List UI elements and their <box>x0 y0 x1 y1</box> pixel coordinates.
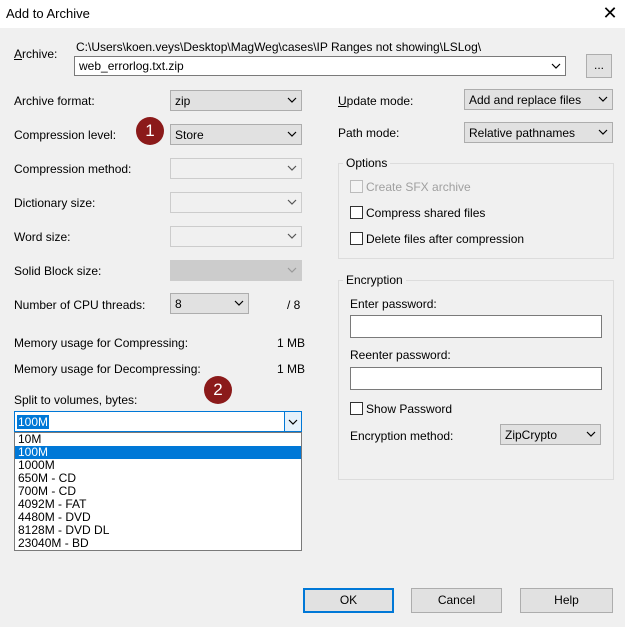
split-option[interactable]: 10M <box>15 433 301 446</box>
path-mode-label: Path mode: <box>338 126 400 140</box>
chevron-down-icon <box>598 96 608 102</box>
title-bar <box>0 0 625 28</box>
word-size-select[interactable] <box>170 226 302 247</box>
dictionary-size-select[interactable] <box>170 192 302 213</box>
memory-compress-label: Memory usage for Compressing: <box>14 336 189 350</box>
compress-shared-label: Compress shared files <box>366 206 486 220</box>
chevron-down-icon <box>287 97 297 103</box>
chevron-down-icon <box>287 233 297 239</box>
enter-password-label: Enter password: <box>350 297 437 311</box>
ok-button[interactable]: OK <box>303 588 394 613</box>
update-mode-label: Update mode: <box>338 94 414 108</box>
solid-block-size-label: Solid Block size: <box>14 264 102 278</box>
split-option[interactable]: 23040M - BD <box>15 537 301 550</box>
archive-filename: web_errorlog.txt.zip <box>79 59 184 73</box>
cpu-threads-select[interactable]: 8 <box>170 293 249 314</box>
annotation-badge-2: 2 <box>204 376 232 404</box>
chevron-down-icon <box>598 129 608 135</box>
chevron-down-icon <box>287 267 297 273</box>
archive-label: Archive: <box>14 47 58 61</box>
browse-button[interactable]: ... <box>586 54 612 78</box>
chevron-down-icon <box>551 63 561 69</box>
update-mode-label-rest: pdate mode: <box>346 94 414 108</box>
archive-path: C:\Users\koen.veys\Desktop\MagWeg\cases\… <box>76 40 482 54</box>
archive-format-label: Archive format: <box>14 94 95 108</box>
memory-decompress-value: 1 MB <box>277 362 306 376</box>
create-sfx-label: Create SFX archive <box>366 180 471 194</box>
delete-after-label: Delete files after compression <box>366 232 525 246</box>
dictionary-size-label: Dictionary size: <box>14 196 96 210</box>
compression-level-select[interactable]: Store <box>170 124 302 145</box>
solid-block-size-select[interactable] <box>170 260 302 281</box>
options-group-title: Options <box>343 156 391 170</box>
archive-filename-combo[interactable]: web_errorlog.txt.zip <box>74 56 566 76</box>
cpu-threads-label: Number of CPU threads: <box>14 298 146 312</box>
encryption-method-select[interactable]: ZipCrypto <box>500 424 601 445</box>
archive-format-value: zip <box>175 94 191 108</box>
enter-password-input[interactable] <box>350 315 602 338</box>
split-dropdown-button[interactable] <box>284 412 301 431</box>
update-mode-value: Add and replace files <box>469 93 582 107</box>
compression-level-value: Store <box>175 128 204 142</box>
cpu-threads-max: / 8 <box>287 298 301 312</box>
memory-decompress-label: Memory usage for Decompressing: <box>14 362 201 376</box>
chevron-down-icon <box>288 419 298 425</box>
encryption-group-title: Encryption <box>343 273 406 287</box>
encryption-method-value: ZipCrypto <box>505 428 558 442</box>
cpu-threads-value: 8 <box>175 297 182 311</box>
split-option[interactable]: 100M <box>15 446 301 459</box>
path-mode-select[interactable]: Relative pathnames <box>464 122 613 143</box>
chevron-down-icon <box>234 300 244 306</box>
show-password-checkbox[interactable] <box>350 402 363 415</box>
archive-label-rest: rchive: <box>22 47 58 61</box>
delete-after-checkbox[interactable] <box>350 232 363 245</box>
compression-method-label: Compression method: <box>14 162 132 176</box>
reenter-password-label: Reenter password: <box>350 348 451 362</box>
update-mode-select[interactable]: Add and replace files <box>464 89 613 110</box>
chevron-down-icon <box>586 431 596 437</box>
word-size-label: Word size: <box>14 230 71 244</box>
split-volumes-value[interactable]: 100M <box>17 415 50 429</box>
memory-compress-value: 1 MB <box>277 336 306 350</box>
split-label: Split to volumes, bytes: <box>14 393 138 407</box>
chevron-down-icon <box>287 131 297 137</box>
chevron-down-icon <box>287 165 297 171</box>
reenter-password-input[interactable] <box>350 367 602 390</box>
window-title: Add to Archive <box>6 6 90 21</box>
split-volumes-dropdown-list: 10M 100M 1000M 650M - CD 700M - CD 4092M - FA… <box>14 432 302 551</box>
compression-method-select[interactable] <box>170 158 302 179</box>
path-mode-value: Relative pathnames <box>469 126 576 140</box>
encryption-method-label: Encryption method: <box>350 429 454 443</box>
archive-format-select[interactable]: zip <box>170 90 302 111</box>
show-password-label: Show Password <box>366 402 453 416</box>
help-button[interactable]: Help <box>520 588 613 613</box>
split-volumes-combo[interactable]: 100M <box>14 411 302 432</box>
create-sfx-checkbox[interactable] <box>350 180 363 193</box>
compress-shared-checkbox[interactable] <box>350 206 363 219</box>
compression-level-label: Compression level: <box>14 128 117 142</box>
close-icon[interactable]: ✕ <box>598 2 622 24</box>
annotation-badge-1: 1 <box>136 117 164 145</box>
chevron-down-icon <box>287 199 297 205</box>
cancel-button[interactable]: Cancel <box>411 588 502 613</box>
